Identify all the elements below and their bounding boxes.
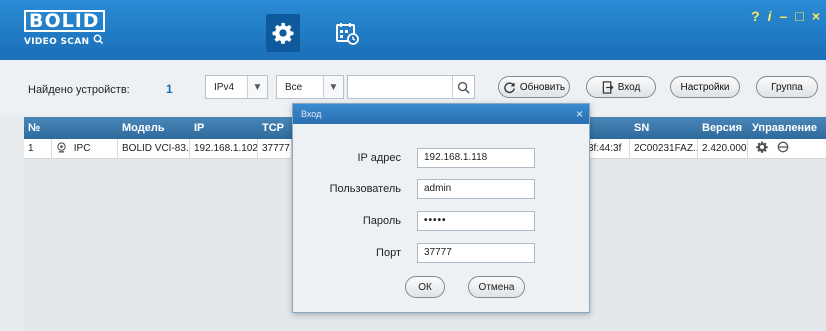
- user-field[interactable]: admin: [417, 179, 535, 199]
- col-tcp[interactable]: TCP: [258, 117, 292, 139]
- row-control: [748, 139, 826, 159]
- port-field[interactable]: 37777: [417, 243, 535, 263]
- app-header: BOLID VIDEO SCAN ? i – □ ×: [0, 0, 826, 60]
- cancel-button[interactable]: Отмена: [468, 276, 525, 298]
- row-number: 1: [24, 139, 52, 159]
- gear-icon[interactable]: [756, 141, 768, 153]
- col-ip[interactable]: IP: [190, 117, 258, 139]
- tab-settings[interactable]: [266, 14, 300, 52]
- camera-icon: [57, 142, 66, 153]
- bolid-logo: BOLID VIDEO SCAN: [24, 10, 124, 50]
- maximize-button[interactable]: □: [795, 8, 803, 24]
- ip-label: IP адрес: [357, 152, 401, 164]
- filter-value: Все: [285, 81, 303, 93]
- chevron-down-icon[interactable]: ▼: [323, 76, 343, 98]
- group-label: Группа: [771, 81, 803, 93]
- web-browser-icon[interactable]: [777, 141, 789, 153]
- dialog-titlebar[interactable]: Вход ×: [293, 104, 589, 124]
- group-button[interactable]: Группа: [756, 76, 818, 98]
- found-devices-label: Найдено устройств:: [28, 84, 130, 96]
- dialog-close-button[interactable]: ×: [576, 104, 583, 124]
- ip-version-select[interactable]: IPv4 ▼: [205, 75, 268, 99]
- search-button[interactable]: [452, 76, 474, 98]
- found-devices-count: 1: [166, 82, 173, 96]
- ip-version-value: IPv4: [214, 81, 235, 93]
- cancel-label: Отмена: [478, 281, 515, 293]
- row-tcp: 37777: [258, 139, 292, 159]
- port-row: Порт 37777: [293, 243, 591, 265]
- refresh-button[interactable]: Обновить: [498, 76, 570, 98]
- row-sn: 2C00231FAZ...: [630, 139, 698, 159]
- window-controls: ? i – □ ×: [751, 8, 820, 24]
- login-dialog: Вход × IP адрес 192.168.1.118 Пользовате…: [292, 103, 590, 313]
- login-label: Вход: [617, 81, 641, 93]
- col-version[interactable]: Версия: [698, 117, 748, 139]
- login-icon: [602, 80, 614, 94]
- row-type: IPC: [73, 143, 91, 154]
- ok-label: ОК: [418, 281, 432, 293]
- col-control[interactable]: Управление: [748, 117, 826, 139]
- filter-select[interactable]: Все ▼: [276, 75, 344, 99]
- settings-label: Настройки: [680, 81, 730, 93]
- password-label: Пароль: [362, 215, 401, 227]
- logo-search-icon: [93, 34, 103, 45]
- search-box: [347, 75, 475, 99]
- help-button[interactable]: ?: [751, 8, 760, 24]
- info-button[interactable]: i: [768, 8, 772, 24]
- password-row: Пароль •••••: [293, 211, 591, 233]
- user-row: Пользователь admin: [293, 179, 591, 201]
- row-model: BOLID VCI-83...: [118, 139, 190, 159]
- refresh-label: Обновить: [519, 81, 566, 93]
- ok-button[interactable]: ОК: [405, 276, 445, 298]
- minimize-button[interactable]: –: [780, 8, 788, 24]
- row-version: 2.420.000...: [698, 139, 748, 159]
- logo-brand: BOLID: [24, 10, 105, 32]
- calendar-clock-icon: [336, 23, 359, 45]
- logo-subtitle: VIDEO SCAN: [24, 34, 124, 47]
- col-type[interactable]: [52, 117, 118, 139]
- col-sn[interactable]: SN: [630, 117, 698, 139]
- search-input[interactable]: [348, 76, 452, 98]
- col-number[interactable]: №: [24, 117, 52, 139]
- settings-button[interactable]: Настройки: [670, 76, 740, 98]
- password-field[interactable]: •••••: [417, 211, 535, 231]
- row-ip: 192.168.1.102: [190, 139, 258, 159]
- tab-schedule[interactable]: [330, 14, 364, 52]
- col-model[interactable]: Модель: [118, 117, 190, 139]
- search-icon: [457, 81, 470, 94]
- chevron-down-icon[interactable]: ▼: [247, 76, 267, 98]
- gear-icon: [272, 22, 294, 44]
- ip-row: IP адрес 192.168.1.118: [293, 148, 591, 170]
- ip-field[interactable]: 192.168.1.118: [417, 148, 535, 168]
- close-button[interactable]: ×: [812, 8, 820, 24]
- refresh-icon: [504, 81, 515, 93]
- user-label: Пользователь: [329, 183, 401, 195]
- login-button[interactable]: Вход: [586, 76, 656, 98]
- dialog-title: Вход: [301, 109, 322, 119]
- row-type-cell: IPC: [52, 139, 118, 159]
- port-label: Порт: [376, 247, 401, 259]
